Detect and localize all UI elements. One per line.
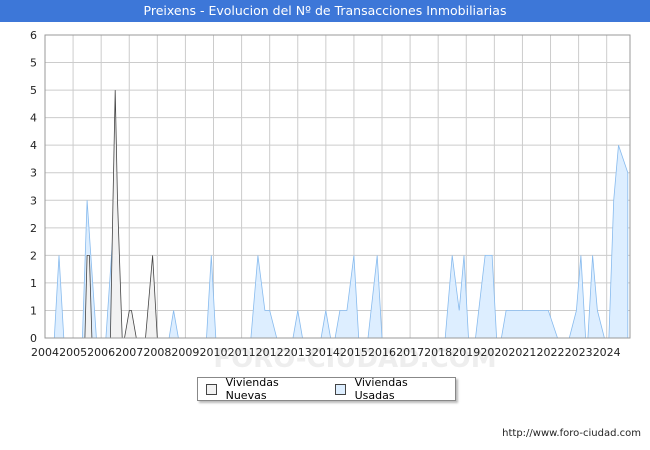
legend-label-usadas: Viviendas Usadas (354, 376, 408, 402)
series-nuevas-area (84, 90, 158, 339)
chart-area: FORO-CIUDAD.COM 011223344556 2004 2005 200… (30, 29, 631, 374)
legend-swatch-usadas (334, 383, 346, 395)
x-tick-label: 2023 (565, 346, 593, 359)
x-tick-label: 2005 (59, 346, 87, 359)
y-tick-label: 0 (30, 332, 37, 345)
y-tick-label: 4 (30, 139, 37, 152)
y-tick-label: 2 (30, 222, 37, 235)
y-tick-label: 3 (30, 194, 37, 207)
x-tick-label: 2004 (31, 346, 59, 359)
x-tick-label: 2020 (480, 346, 508, 359)
x-tick-label: 2021 (508, 346, 536, 359)
y-tick-label: 3 (30, 167, 37, 180)
plot-frame (44, 34, 631, 339)
legend-item-usadas: Viviendas Usadas (334, 376, 447, 402)
series-usadas-area (53, 145, 629, 339)
x-tick-label: 2010 (200, 346, 228, 359)
x-tick-label: 2008 (143, 346, 171, 359)
series-viviendas-usadas (53, 145, 629, 339)
x-tick-label: 2012 (256, 346, 284, 359)
y-axis-ticks: 0 1 1 2 2 3 3 4 4 5 5 6 (30, 29, 37, 345)
y-tick-label: 4 (30, 112, 37, 125)
chart-title: Preixens - Evolucion del Nº de Transacci… (0, 0, 650, 22)
legend: Viviendas Nuevas Viviendas Usadas (197, 376, 456, 402)
y-tick-label: 5 (30, 57, 37, 70)
series-viviendas-nuevas (84, 90, 158, 339)
y-tick-label: 1 (30, 277, 37, 290)
x-tick-label: 2015 (340, 346, 368, 359)
y-tick-label: 5 (30, 84, 37, 97)
y-tick-label: 2 (30, 249, 37, 262)
footer-url: http://www.foro-ciudad.com (502, 428, 641, 439)
x-tick-label: 2014 (312, 346, 340, 359)
legend-label-nuevas: Viviendas Nuevas (225, 376, 279, 402)
x-tick-label: 2007 (115, 346, 143, 359)
x-tick-label: 2006 (87, 346, 115, 359)
y-tick-label: 1 (30, 304, 37, 317)
x-axis-ticks: 2004 2005 2006 2007 2008 2009 2010 2011 2012 2013… (31, 346, 621, 359)
x-tick-label: 2019 (452, 346, 480, 359)
x-tick-label: 2011 (228, 346, 256, 359)
x-tick-label: 2013 (284, 346, 312, 359)
grid (44, 34, 630, 339)
x-tick-label: 2024 (593, 346, 621, 359)
legend-item-nuevas: Viviendas Nuevas (206, 376, 319, 402)
legend-swatch-nuevas (206, 383, 217, 395)
x-tick-label: 2016 (368, 346, 396, 359)
x-tick-label: 2009 (171, 346, 199, 359)
y-tick-label: 6 (30, 29, 37, 42)
x-tick-label: 2017 (396, 346, 424, 359)
x-tick-label: 2022 (537, 346, 565, 359)
x-tick-label: 2018 (424, 346, 452, 359)
